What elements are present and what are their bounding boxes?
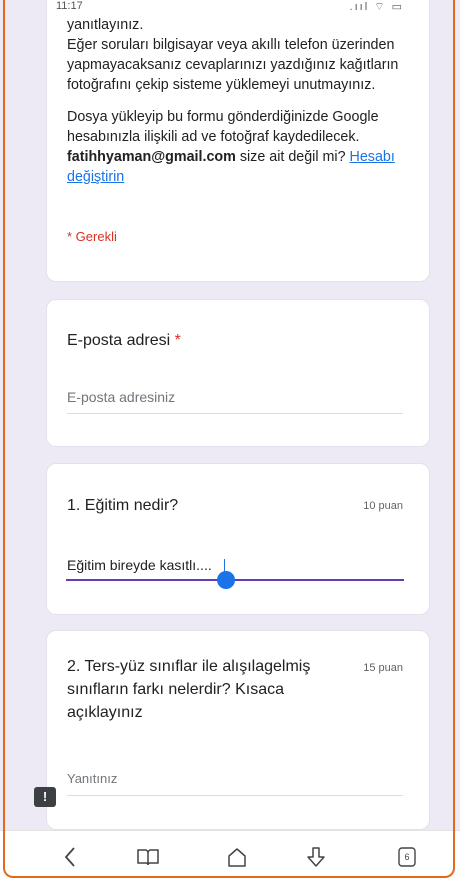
question-2-answer-underline	[67, 795, 403, 796]
book-icon	[137, 849, 159, 866]
download-button[interactable]	[302, 843, 330, 871]
email-field[interactable]: E-posta adresiniz	[67, 389, 403, 414]
report-feedback-icon: !	[42, 789, 48, 804]
back-button[interactable]	[56, 843, 84, 871]
status-bar: 11:17 .ııl ⌔ ▭	[0, 0, 460, 14]
question-2-card: 2. Ters-yüz sınıflar ile alışılagelmiş s…	[46, 630, 430, 830]
email-field-underline	[67, 413, 403, 414]
required-note: * Gerekli	[67, 229, 117, 244]
form-description: yanıtlayınız. Eğer soruları bilgisayar v…	[67, 15, 412, 199]
intro-line-top: yanıtlayınız.	[67, 17, 144, 33]
back-arrow-icon	[64, 847, 75, 867]
tabs-button[interactable]: 6	[393, 843, 421, 871]
text-selection-handle[interactable]	[217, 571, 235, 589]
question-1-title: 1. Eğitim nedir?	[67, 497, 179, 514]
question-1-card: 1. Eğitim nedir? 10 puan Eğitim bireyde …	[46, 463, 430, 615]
question-1-answer-text: Eğitim bireyde kasıtlı....	[67, 557, 212, 573]
home-button[interactable]	[223, 843, 251, 871]
form-description-card: yanıtlayınız. Eğer soruları bilgisayar v…	[46, 0, 430, 282]
email-field-placeholder: E-posta adresiniz	[67, 389, 176, 405]
browser-bottom-bar: 6	[0, 830, 460, 883]
question-2-points: 15 puan	[363, 662, 403, 674]
account-email: fatihhyaman@gmail.com	[67, 149, 236, 165]
download-arrow-icon	[307, 847, 325, 867]
email-question-label: E-posta adresi	[67, 332, 171, 349]
bookmarks-button[interactable]	[134, 843, 162, 871]
question-2-title: 2. Ters-yüz sınıflar ile alışılagelmiş s…	[67, 658, 311, 721]
status-time: 11:17	[56, 0, 83, 12]
question-2-answer-field[interactable]: Yanıtınız	[67, 771, 403, 796]
question-2-answer-placeholder: Yanıtınız	[67, 771, 118, 786]
status-icons: .ııl ⌔ ▭	[349, 1, 404, 13]
required-asterisk: *	[174, 332, 181, 349]
email-question-title: E-posta adresi *	[67, 329, 181, 352]
question-1-answer-field[interactable]: Eğitim bireyde kasıtlı....	[66, 557, 404, 589]
home-icon	[228, 848, 246, 867]
report-feedback-button[interactable]: !	[34, 787, 56, 807]
question-1-points: 10 puan	[363, 500, 403, 512]
intro-paragraph-2-text-b: size ait değil mi?	[235, 149, 350, 165]
question-1-active-underline	[66, 579, 404, 581]
intro-paragraph-1: Eğer soruları bilgisayar veya akıllı tel…	[67, 37, 399, 93]
intro-paragraph-2-text-a: Dosya yükleyip bu formu gönderdiğinizde …	[67, 109, 379, 145]
tab-count: 6	[404, 852, 410, 862]
email-question-card: E-posta adresi * E-posta adresiniz	[46, 299, 430, 447]
intro-paragraph-2: Dosya yükleyip bu formu gönderdiğinizde …	[67, 107, 412, 187]
